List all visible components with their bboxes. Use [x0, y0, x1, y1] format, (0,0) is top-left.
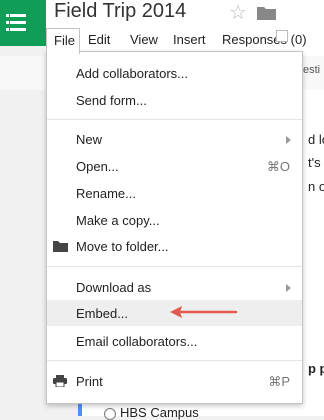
menu-item-print[interactable]: Print ⌘P [47, 368, 302, 394]
menu-item-email-collaborators[interactable]: Email collaborators... [47, 328, 302, 354]
toolbar-fragment: esti [303, 64, 321, 76]
menu-responses[interactable]: Responses (0) [222, 32, 307, 47]
menu-item-label: Make a copy... [76, 213, 160, 228]
list-dot [6, 21, 9, 24]
left-pane [0, 90, 46, 416]
app-menu-icon[interactable] [0, 0, 46, 46]
menu-item-label: Print [76, 374, 103, 389]
form-text-line: n of [308, 179, 324, 194]
menu-item-make-copy[interactable]: Make a copy... [47, 207, 302, 233]
menu-item-label: New [76, 132, 103, 147]
menu-separator [47, 266, 302, 267]
file-menu-dropdown: Add collaborators... Send form... New Op… [46, 51, 303, 404]
question-title: p pi [308, 361, 324, 376]
list-bar [10, 28, 26, 31]
menu-item-new[interactable]: New [47, 126, 302, 152]
menu-insert[interactable]: Insert [173, 32, 206, 47]
menu-item-label: Open... [76, 159, 119, 174]
menu-file-label: File [54, 33, 75, 48]
menu-item-open[interactable]: Open... ⌘O [47, 153, 302, 179]
form-text-line: t's C [308, 155, 324, 170]
menu-separator [47, 119, 302, 120]
shortcut-label: ⌘P [268, 374, 290, 389]
shortcut-label: ⌘O [266, 159, 290, 174]
printer-icon [53, 375, 67, 387]
menu-edit[interactable]: Edit [88, 32, 110, 47]
folder-icon [53, 241, 68, 252]
menu-item-label: Rename... [76, 186, 136, 201]
list-dot [6, 14, 9, 17]
annotation-arrow-icon [170, 306, 238, 318]
star-icon[interactable]: ☆ [229, 0, 247, 25]
menu-item-label: Embed... [76, 306, 129, 321]
submenu-arrow-icon [286, 284, 291, 292]
menu-item-label: Add collaborators... [76, 66, 189, 81]
document-title[interactable]: Field Trip 2014 [54, 0, 186, 23]
form-text-line: d lo [308, 132, 324, 147]
list-bar [10, 14, 26, 17]
list-dot [6, 28, 9, 31]
list-bar [10, 21, 26, 24]
menu-item-label: Send form... [76, 93, 147, 108]
menu-item-move-to-folder[interactable]: Move to folder... [47, 233, 302, 259]
folder-icon[interactable] [257, 6, 276, 20]
radio-button[interactable] [104, 408, 116, 420]
document-header: Field Trip 2014 ☆ File Edit View Insert … [46, 0, 324, 56]
menu-file[interactable]: File [46, 28, 80, 54]
submenu-arrow-icon [286, 136, 291, 144]
menu-item-label: Email collaborators... [76, 334, 198, 349]
menu-view[interactable]: View [130, 32, 158, 47]
menu-item-download-as[interactable]: Download as [47, 274, 302, 300]
menu-separator [47, 360, 302, 361]
menu-item-label: Move to folder... [76, 239, 169, 254]
menu-item-label: Download as [76, 280, 152, 295]
radio-option-label: HBS Campus [120, 405, 199, 420]
menu-item-send-form[interactable]: Send form... [47, 87, 302, 113]
menu-item-add-collaborators[interactable]: Add collaborators... [47, 60, 302, 86]
menu-item-rename[interactable]: Rename... [47, 180, 302, 206]
comment-box[interactable] [276, 30, 288, 42]
